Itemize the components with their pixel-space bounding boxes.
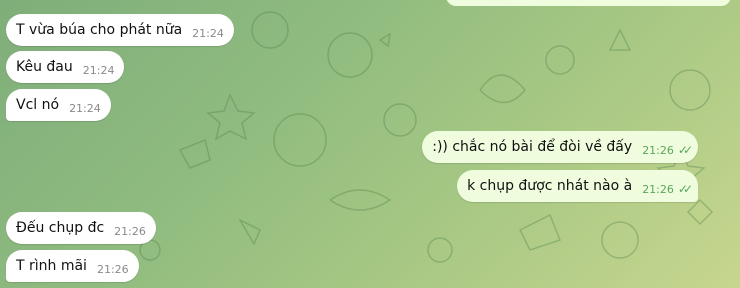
message-time: 21:26	[642, 183, 674, 196]
message-bubble-incoming[interactable]: Vcl nó 21:24	[6, 89, 111, 121]
message-bubble-incoming[interactable]: T rình mãi 21:26	[6, 250, 139, 282]
outgoing-bubble-partial	[446, 0, 731, 6]
message-text: T vừa búa cho phát nữa	[16, 22, 183, 38]
message-text: :)) chắc nó bài để đòi về đấy	[432, 139, 633, 155]
double-check-icon: ✓✓	[677, 143, 693, 157]
message-text: k chụp được nhát nào à	[467, 178, 633, 194]
message-bubble-outgoing[interactable]: :)) chắc nó bài để đòi về đấy 21:26 ✓✓	[422, 131, 698, 163]
message-bubble-outgoing[interactable]: k chụp được nhát nào à 21:26 ✓✓	[457, 170, 698, 202]
message-time: 21:26	[114, 225, 146, 238]
message-time: 21:26	[642, 144, 674, 157]
message-text: T rình mãi	[16, 258, 87, 274]
message-time: 21:24	[69, 102, 101, 115]
message-time: 21:24	[82, 64, 115, 77]
message-bubble-incoming[interactable]: Kêu đau 21:24	[6, 51, 125, 83]
message-text: Kêu đau	[16, 59, 73, 75]
double-check-icon: ✓✓	[677, 182, 693, 196]
message-bubble-incoming[interactable]: T vừa búa cho phát nữa 21:24	[6, 14, 234, 46]
message-time: 21:24	[192, 27, 224, 40]
message-bubble-incoming[interactable]: Đếu chụp đc 21:26	[6, 212, 156, 244]
message-text: Đếu chụp đc	[16, 220, 105, 236]
message-text: Vcl nó	[16, 97, 60, 113]
message-time: 21:26	[96, 263, 129, 276]
